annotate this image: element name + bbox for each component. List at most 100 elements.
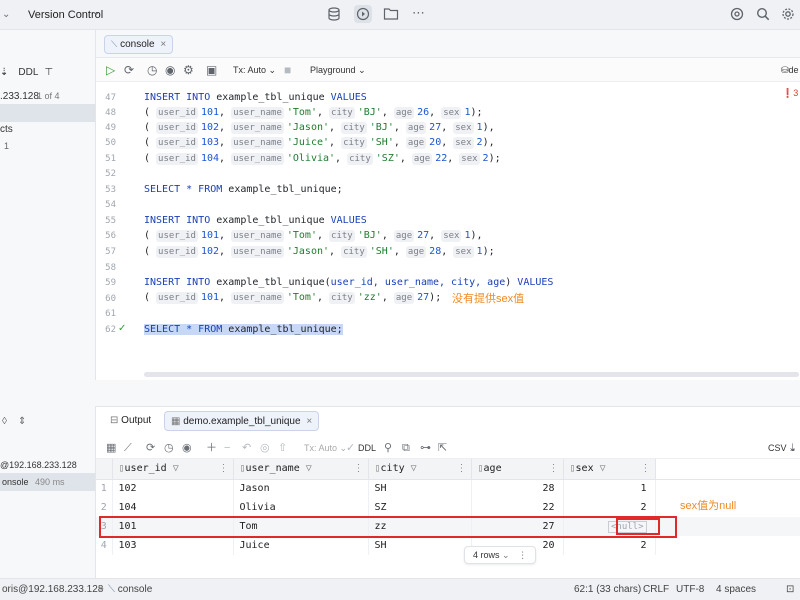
history-icon[interactable]: ◷ (164, 442, 174, 454)
cell-user-id[interactable]: 103 (112, 536, 234, 555)
ai-assistant-icon[interactable] (730, 7, 744, 21)
pin-icon[interactable]: ⚲ (384, 442, 392, 454)
stop-icon[interactable]: ◉ (182, 442, 192, 454)
tree-item-selected[interactable] (0, 104, 95, 122)
tab-console[interactable]: ⟍ console × (104, 35, 174, 54)
column-header[interactable]: ▯age ⋮ (471, 459, 564, 480)
folder-icon[interactable] (383, 7, 399, 21)
filter-icon[interactable]: ▽ (306, 463, 312, 474)
commit-square-icon[interactable]: ■ (284, 64, 291, 76)
close-icon[interactable]: × (306, 416, 312, 427)
cell-city[interactable]: SH (368, 536, 472, 555)
schema-selector[interactable]: ⛁de (781, 64, 799, 76)
ddl-toolbar-label[interactable]: ⇣ DDL ⊤ (0, 67, 53, 78)
ddl-label[interactable]: DDL (18, 67, 38, 78)
service-host[interactable]: @192.168.233.128 (0, 460, 77, 470)
horizontal-scrollbar[interactable] (144, 372, 799, 377)
tab-output[interactable]: ⊟ Output (104, 411, 157, 431)
refresh-icon[interactable]: ⟳ (146, 442, 155, 454)
more-vertical-icon[interactable]: ⋮ (518, 550, 527, 560)
sql-string: 'Tom' (286, 107, 317, 118)
cursor-position[interactable]: 62:1 (33 chars) (574, 584, 641, 596)
revert-icon[interactable]: ↶ (242, 442, 251, 454)
download-icon[interactable]: ⤓ (790, 442, 795, 454)
cell-city[interactable]: SH (368, 479, 472, 498)
cell-sex[interactable]: 2 (563, 498, 656, 517)
code-line: ( user_id 101, user_name 'Tom', city'zz', … (144, 292, 442, 304)
menu-chevron-icon[interactable]: ⌄ (2, 8, 10, 22)
column-header[interactable]: ▯user_name ▽ ⋮ (233, 459, 369, 480)
up-arrow-icon[interactable]: ⇣ (0, 67, 8, 78)
line-number: 60 (105, 294, 116, 304)
delete-row-icon[interactable]: − (224, 442, 230, 454)
history-icon[interactable]: ◷ (147, 64, 157, 76)
database-icon[interactable] (326, 6, 342, 22)
commit-icon[interactable]: ✓ (346, 442, 355, 454)
cell-user-id[interactable]: 104 (112, 498, 234, 517)
filter-icon[interactable]: ▽ (411, 463, 417, 474)
settings-gear-icon[interactable] (781, 7, 795, 21)
chart-view-icon[interactable]: ⟋ (124, 442, 132, 454)
sort-icon[interactable]: ⋮ (549, 463, 559, 474)
cell-user-id[interactable]: 102 (112, 479, 234, 498)
column-header[interactable]: ▯sex ▽ ⋮ (563, 459, 656, 480)
services-icon[interactable] (354, 5, 372, 23)
filter-icon[interactable]: ▽ (173, 463, 179, 474)
compare-icon[interactable]: ⧉ (402, 442, 410, 454)
status-host[interactable]: oris@192.168.233.128 (2, 584, 103, 596)
ddl-button[interactable]: DDL (358, 442, 376, 454)
cell-age[interactable]: 28 (471, 479, 564, 498)
export-icon[interactable]: ⇱ (438, 442, 447, 454)
column-header[interactable]: ▯user_id ▽ ⋮ (112, 459, 234, 480)
grid-view-icon[interactable]: ▦ (106, 442, 116, 454)
tx-mode-dropdown[interactable]: Tx: Auto ⌄ (304, 442, 347, 454)
cell-sex[interactable]: 1 (563, 479, 656, 498)
cell-user-name[interactable]: Olivia (233, 498, 369, 517)
tab-result-table[interactable]: ▦ demo.example_tbl_unique × (164, 411, 320, 431)
cell-user-name[interactable]: Jason (233, 479, 369, 498)
playground-dropdown[interactable]: Playground ⌄ (310, 64, 366, 76)
code-editor[interactable]: INSERT INTO example_tbl_unique VALUES ( … (134, 82, 800, 380)
cell-city[interactable]: SZ (368, 498, 472, 517)
lock-icon[interactable]: ⊡ (786, 584, 794, 596)
stop-icon[interactable]: ◉ (165, 64, 175, 76)
filter-icon[interactable]: ⊶ (420, 442, 431, 454)
status-console[interactable]: ⟍ console (108, 584, 152, 596)
sort-icon[interactable]: ⋮ (354, 463, 364, 474)
cell-sex[interactable]: 2 (563, 536, 656, 555)
preview-icon[interactable]: ◎ (260, 442, 270, 454)
table-row[interactable]: 4 103 Juice SH 20 2 (96, 536, 800, 555)
table-row[interactable]: 1 102 Jason SH 28 1 (96, 479, 800, 498)
add-row-icon[interactable]: ＋ (206, 442, 217, 454)
indent-setting[interactable]: 4 spaces (716, 584, 756, 596)
service-console-row[interactable]: onsole 490 ms (0, 473, 95, 491)
tree-item-cts[interactable]: cts (0, 124, 13, 135)
sort-icon[interactable]: ⋮ (219, 463, 229, 474)
sort-icon[interactable]: ⋮ (641, 463, 651, 474)
explain-icon[interactable]: ⟳ (124, 64, 134, 76)
line-ending[interactable]: CRLF (643, 584, 669, 596)
run-icon[interactable]: ▷ (106, 64, 115, 76)
close-icon[interactable]: × (160, 39, 166, 50)
filter-icon[interactable]: ⊤ (44, 67, 53, 78)
panel-icon[interactable]: ▣ (206, 64, 217, 76)
collapse-icon[interactable]: ◊ (2, 416, 7, 427)
cell-age[interactable]: 22 (471, 498, 564, 517)
search-icon[interactable] (756, 7, 770, 21)
file-encoding[interactable]: UTF-8 (676, 584, 704, 596)
sort-icon[interactable]: ⋮ (457, 463, 467, 474)
code-line: ( user_id 101, user_name 'Tom', city 'BJ', … (144, 230, 483, 242)
filter-icon[interactable]: ▽ (600, 463, 606, 474)
chevron-down-icon[interactable]: ⌄ (92, 6, 100, 20)
tx-mode-dropdown[interactable]: Tx: Auto ⌄ (233, 64, 276, 76)
sql-string: 'SH' (369, 137, 394, 148)
more-icon[interactable]: ⋯ (412, 6, 425, 20)
rows-count-pill[interactable]: 4 rows ⌄ ⋮ (464, 546, 537, 564)
expand-arrow-icon[interactable]: ⇕ (18, 416, 26, 427)
column-header[interactable]: ▯city ▽ ⋮ (368, 459, 472, 480)
settings-icon[interactable]: ⚙ (183, 64, 194, 76)
tree-item-1[interactable]: 1 (4, 141, 9, 151)
submit-icon[interactable]: ⇧ (278, 442, 287, 454)
cell-user-name[interactable]: Juice (233, 536, 369, 555)
param-hint: city (341, 137, 367, 149)
